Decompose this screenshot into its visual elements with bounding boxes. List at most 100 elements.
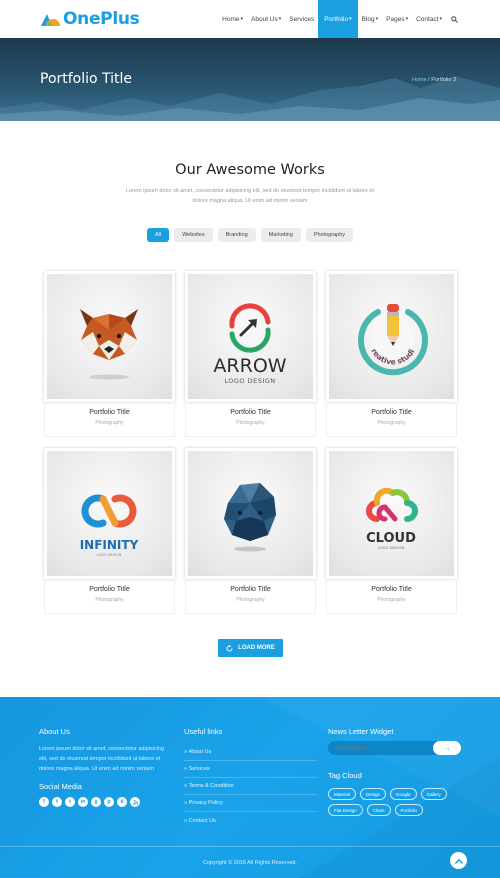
newsletter-form: →	[328, 741, 461, 755]
tag-flat-design[interactable]: Flat Design	[328, 804, 363, 816]
filter-photography[interactable]: Photography	[305, 228, 354, 242]
brand-logo[interactable]: OnePlus	[40, 9, 140, 29]
footer-link-privacy[interactable]: » Privacy Policy	[184, 795, 317, 812]
portfolio-image[interactable]: ARROW LOGO DESIGN	[185, 271, 316, 402]
arrow-logo-text: ARROW	[213, 355, 286, 377]
breadcrumb-current: Portfolio 3	[431, 77, 456, 83]
tag-gallery[interactable]: Gallery	[420, 788, 447, 800]
page-hero-banner: Portfolio Title Home / Portfolio 3	[0, 38, 500, 121]
footer-link-services[interactable]: » Services	[184, 761, 317, 778]
filter-marketing[interactable]: Marketing	[260, 228, 301, 242]
portfolio-image[interactable]: CLOUD LOGO DESIGN	[326, 448, 457, 579]
nav-item-home[interactable]: Home ▾	[218, 0, 247, 38]
tag-design[interactable]: Design	[360, 788, 387, 800]
arrow-logo-image: ARROW LOGO DESIGN	[213, 303, 287, 385]
filter-branding[interactable]: Branding	[217, 228, 256, 242]
footer-tag-cloud-title: Tag Cloud	[328, 771, 362, 780]
copyright-text: Copyright © 2016 All Rights Reserved.	[203, 860, 297, 866]
cloud-logo-image: CLOUD LOGO DESIGN	[366, 487, 418, 550]
nav-label: Home	[222, 15, 240, 23]
breadcrumb: Home / Portfolio 3	[412, 77, 456, 83]
portfolio-category: Photography	[95, 420, 124, 426]
tag-clean[interactable]: Clean	[366, 804, 391, 816]
footer-link-contact[interactable]: » Contact Us	[184, 812, 317, 829]
creative-studio-logo-image: creative studio	[329, 274, 428, 376]
portfolio-category: Photography	[95, 597, 124, 603]
search-icon[interactable]	[446, 0, 460, 38]
nav-item-portfolio[interactable]: Portfolio ▾	[318, 0, 358, 38]
tag-portfolio[interactable]: Portfolio	[394, 804, 424, 816]
back-to-top-button[interactable]	[450, 852, 467, 869]
nav-label: Contact	[416, 15, 439, 23]
link-label: Privacy Policy	[188, 800, 223, 806]
portfolio-card-body: Portfolio Title Photography	[185, 402, 316, 437]
nav-item-contact[interactable]: Contact ▾	[412, 0, 446, 38]
portfolio-image[interactable]: creative studio	[326, 271, 457, 402]
pinterest-icon[interactable]: p	[104, 797, 114, 807]
portfolio-image[interactable]	[44, 271, 175, 402]
newsletter-email-input[interactable]	[335, 741, 425, 755]
footer-social-title: Social Media	[39, 782, 82, 791]
portfolio-title[interactable]: Portfolio Title	[45, 409, 174, 416]
red-panda-image	[80, 309, 138, 380]
portfolio-card[interactable]: CLOUD LOGO DESIGN Portfolio Title Photog…	[326, 448, 457, 614]
nav-item-about-us[interactable]: About Us ▾	[247, 0, 285, 38]
infinity-logo-subtext: LOGO DESIGN	[97, 553, 122, 557]
load-more-button[interactable]: LOAD MORE	[218, 639, 283, 657]
nav-item-pages[interactable]: Pages ▾	[382, 0, 412, 38]
main-menu: Home ▾ About Us ▾ Services Portfolio ▾ Blog…	[218, 0, 460, 38]
linkedin-icon[interactable]: in	[78, 797, 88, 807]
facebook-icon[interactable]: f	[39, 797, 49, 807]
portfolio-category: Photography	[236, 420, 265, 426]
cloud-logo-text: CLOUD	[366, 531, 416, 546]
portfolio-image[interactable]	[185, 448, 316, 579]
nav-label: Blog	[361, 15, 375, 23]
section-title: Our Awesome Works	[175, 162, 325, 178]
social-icons: f t t in g p d	[39, 797, 140, 807]
portfolio-image[interactable]: INFINITY LOGO DESIGN	[44, 448, 175, 579]
nav-item-blog[interactable]: Blog ▾	[358, 0, 383, 38]
filter-websites[interactable]: Websites	[174, 228, 213, 242]
footer-links-title: Useful links	[184, 727, 223, 736]
brand-name: OnePlus	[63, 9, 140, 29]
portfolio-card-body: Portfolio Title Photography	[44, 579, 175, 614]
portfolio-title[interactable]: Portfolio Title	[327, 409, 456, 416]
portfolio-card[interactable]: ARROW LOGO DESIGN Portfolio Title Photog…	[185, 271, 316, 437]
link-label: Terms & Condition	[188, 783, 234, 789]
portfolio-card[interactable]: creative studio Portfolio Title Photogra…	[326, 271, 457, 437]
google-plus-icon[interactable]: g	[91, 797, 101, 807]
footer-link-about-us[interactable]: » About Us	[184, 744, 317, 761]
twitter-icon[interactable]: t	[52, 797, 62, 807]
footer-about-title: About Us	[39, 727, 70, 736]
portfolio-card-body: Portfolio Title Photography	[326, 579, 457, 614]
chevron-down-icon: ▾	[349, 16, 352, 22]
tag-google[interactable]: Google	[390, 788, 417, 800]
tag-material[interactable]: Material	[328, 788, 357, 800]
load-more-label: LOAD MORE	[238, 645, 275, 651]
nav-item-services[interactable]: Services	[285, 0, 318, 38]
portfolio-card-body: Portfolio Title Photography	[185, 579, 316, 614]
chevron-down-icon: ▾	[375, 16, 379, 22]
tumblr-icon[interactable]: t	[65, 797, 75, 807]
arrow-logo-subtext: LOGO DESIGN	[224, 377, 275, 385]
newsletter-submit-button[interactable]: →	[433, 741, 461, 755]
portfolio-title[interactable]: Portfolio Title	[327, 586, 456, 593]
footer-divider	[0, 846, 500, 847]
breadcrumb-separator: /	[428, 77, 430, 83]
dribbble-icon[interactable]: d	[117, 797, 127, 807]
portfolio-card[interactable]: Portfolio Title Photography	[44, 271, 175, 437]
logo-mark-icon	[40, 11, 60, 27]
portfolio-category: Photography	[236, 597, 265, 603]
infinity-logo-image: INFINITY LOGO DESIGN	[80, 494, 139, 557]
rss-icon[interactable]	[130, 797, 140, 807]
portfolio-title[interactable]: Portfolio Title	[186, 409, 315, 416]
footer-link-terms[interactable]: » Terms & Condition	[184, 778, 317, 795]
footer-newsletter-title: News Letter Widget	[328, 727, 394, 736]
portfolio-card[interactable]: Portfolio Title Photography	[185, 448, 316, 614]
portfolio-title[interactable]: Portfolio Title	[186, 586, 315, 593]
chevron-down-icon: ▾	[405, 16, 409, 22]
portfolio-title[interactable]: Portfolio Title	[45, 586, 174, 593]
breadcrumb-home-link[interactable]: Home	[412, 77, 427, 83]
portfolio-card[interactable]: INFINITY LOGO DESIGN Portfolio Title Pho…	[44, 448, 175, 614]
filter-all[interactable]: All	[146, 228, 170, 242]
